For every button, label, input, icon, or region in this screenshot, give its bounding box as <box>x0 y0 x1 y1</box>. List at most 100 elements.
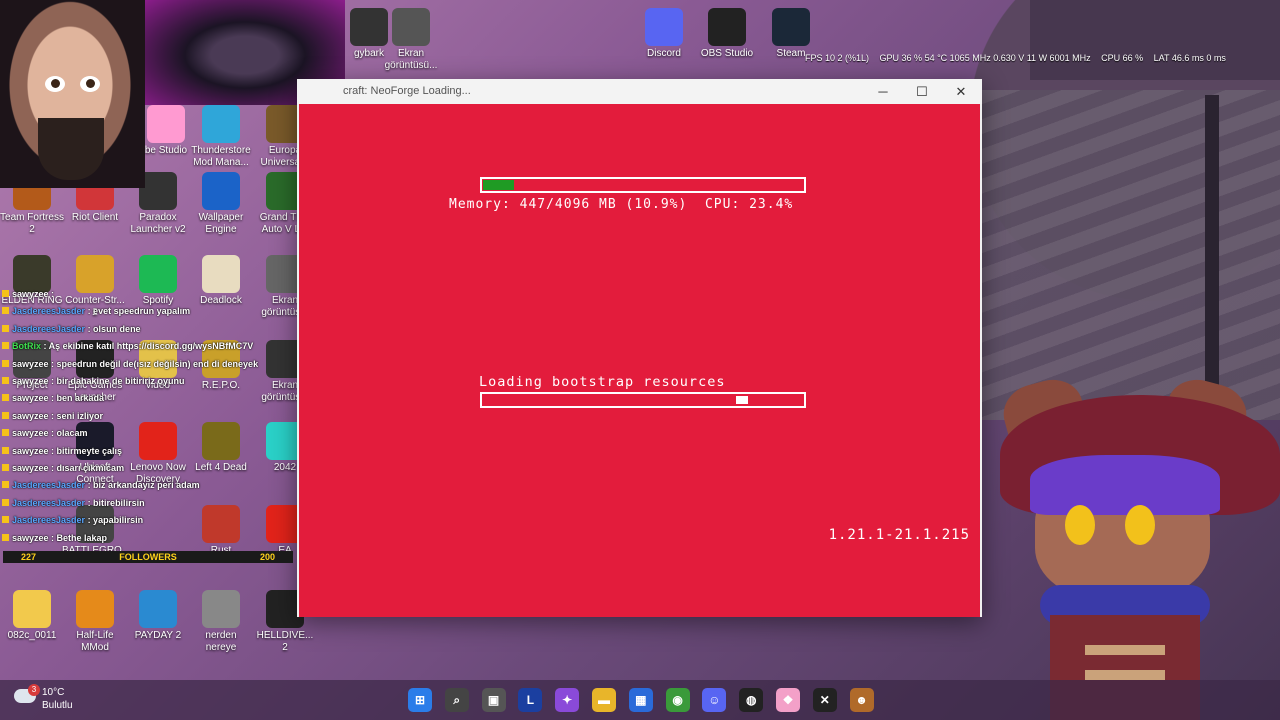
desktop-icon[interactable]: nerden nereye <box>188 590 254 654</box>
minimize-button[interactable]: ─ <box>864 79 902 104</box>
performance-overlay: FPS 10 2 (%1L) GPU 36 % 54 °C 1065 MHz 0… <box>805 53 1234 63</box>
chat-text: : ben arkada <box>48 393 105 404</box>
desktop-icon[interactable]: Ekran görüntüsü... <box>378 8 444 72</box>
chat-message: JasdereesJasder : biz arkandayız peri ad… <box>2 477 297 494</box>
loading-progress-marker <box>736 396 749 404</box>
avatar-stripe <box>1085 670 1165 680</box>
chat-badge-icon <box>2 342 9 350</box>
steam-icon <box>772 8 810 46</box>
followers-bar: 227 FOLLOWERS 200 <box>3 551 293 563</box>
chat-text: : Aş ekibine katıl https://discord.gg/wy… <box>41 341 254 352</box>
desktop-icon-label: Half-Life MMod <box>76 630 114 653</box>
chat-badge-icon <box>2 533 9 541</box>
chat-badge-icon <box>2 377 9 385</box>
chat-text: : biz arkandayız peri adam <box>85 480 200 491</box>
followers-left-count: 227 <box>21 552 37 562</box>
discord-icon[interactable]: ☺ <box>702 688 727 712</box>
weather-desc: Bulutlu <box>42 700 73 711</box>
fps-stat: FPS 10 2 (%1L) <box>805 53 870 63</box>
desktop-icon[interactable]: Thunderstore Mod Mana... <box>188 105 254 169</box>
chat-username: BotRix <box>12 341 41 352</box>
payday-icon <box>139 590 177 628</box>
chat-text: : olsun dene <box>85 323 141 334</box>
app-icon[interactable]: ❖ <box>776 688 800 712</box>
chat-badge-icon <box>2 411 9 419</box>
chat-text: : dısarı çıkmıcam <box>48 463 125 474</box>
desktop-icon[interactable]: Discord <box>631 8 697 60</box>
chat-text: : Bethe lakap <box>48 532 108 543</box>
chat-username: JasdereesJasder <box>12 306 86 317</box>
lenovo-icon[interactable]: L <box>518 688 543 712</box>
webcam-eye <box>80 76 100 92</box>
desktop-icon[interactable]: Wallpaper Engine <box>188 172 254 236</box>
chat-text: : olacam <box>48 428 88 439</box>
window-titlebar[interactable]: craft: NeoForge Loading... ─ ☐ ✕ <box>297 79 982 104</box>
stream-chat: sawyzee : JasdereesJasder : evet speedrun… <box>2 286 297 547</box>
task-view-icon[interactable]: ▣ <box>481 688 506 712</box>
memory-cpu-text: Memory: 447/4096 MB (10.9%) CPU: 23.4% <box>449 197 794 212</box>
weather-temp: 10°C <box>42 687 65 698</box>
chat-badge-icon <box>2 394 9 402</box>
chat-message: sawyzee : <box>2 286 297 303</box>
chat-username: sawyzee <box>12 358 49 369</box>
close-button[interactable]: ✕ <box>942 79 980 104</box>
desktop-icon-label: Thunderstore Mod Mana... <box>191 145 251 168</box>
obs-icon[interactable]: ◍ <box>739 688 764 712</box>
chat-message: JasdereesJasder : yapabilirsin <box>2 512 297 529</box>
desktop-icon-label: Discord <box>647 48 681 59</box>
memory-bar <box>480 177 806 193</box>
chat-message: BotRix : Aş ekibine katıl https://discor… <box>2 338 297 355</box>
chat-badge-icon <box>2 324 9 332</box>
desktop-icon-label: Wallpaper Engine <box>198 212 244 235</box>
chat-message: sawyzee : seni izliyor <box>2 408 297 425</box>
folder-icon <box>13 590 51 628</box>
chrome-icon[interactable]: ◉ <box>665 688 690 712</box>
weather-widget[interactable]: 3 10°C Bulutlu <box>14 684 73 712</box>
image-icon <box>202 590 240 628</box>
chat-message: sawyzee : bir dahakine de bitiririz oyun… <box>2 373 297 390</box>
chat-username: JasdereesJasder <box>12 497 86 508</box>
chat-message: sawyzee : Bethe lakap <box>2 530 297 547</box>
desktop-icon-label: 082c_0011 <box>7 630 57 641</box>
avatar-eye <box>1125 505 1155 545</box>
chat-username: JasdereesJasder <box>12 323 86 334</box>
search-icon[interactable]: ⌕ <box>444 688 469 712</box>
desktop-icon[interactable]: 082c_0011 <box>0 590 65 642</box>
chat-username: JasdereesJasder <box>12 515 86 526</box>
chat-message: sawyzee : speedrun değil de(ısız değilsi… <box>2 356 297 373</box>
obs-icon <box>708 8 746 46</box>
chat-text: : seni izliyor <box>48 410 104 421</box>
start-icon[interactable]: ⊞ <box>408 688 432 712</box>
game-icon[interactable]: ☻ <box>849 688 874 712</box>
chat-text: : speedrun değil de(ısız değilsin) end d… <box>48 358 259 369</box>
chat-message: sawyzee : dısarı çıkmıcam <box>2 460 297 477</box>
copilot-icon[interactable]: ✦ <box>555 688 580 712</box>
desktop-icon-label: HELLDIVE... 2 <box>256 630 314 653</box>
desktop-icon[interactable]: OBS Studio <box>694 8 760 60</box>
desktop-icon-label: OBS Studio <box>700 48 754 59</box>
chat-username: sawyzee <box>12 463 49 474</box>
chat-username: sawyzee <box>12 289 49 299</box>
gpu-stat: GPU 36 % 54 °C 1065 MHz 0.630 V 11 W 600… <box>879 53 1091 63</box>
loading-splash: Memory: 447/4096 MB (10.9%) CPU: 23.4% L… <box>299 104 980 617</box>
desktop-icon-label: Paradox Launcher v2 <box>130 212 186 235</box>
chat-message: JasdereesJasder : bitirebilirsin <box>2 495 297 512</box>
webcam-streamer <box>0 0 145 188</box>
desktop-icon-label: Team Fortress 2 <box>0 212 64 235</box>
loading-status-text: Loading bootstrap resources <box>479 374 726 390</box>
store-icon[interactable]: ▦ <box>628 688 653 712</box>
maximize-button[interactable]: ☐ <box>903 79 941 104</box>
weather-badge: 3 <box>28 684 40 696</box>
chat-username: JasdereesJasder <box>12 480 86 491</box>
chat-username: sawyzee <box>12 428 49 439</box>
neoforge-loading-window[interactable]: craft: NeoForge Loading... ─ ☐ ✕ Memory:… <box>297 79 982 617</box>
thunderstore-icon <box>202 105 240 143</box>
desktop-icon[interactable]: Half-Life MMod <box>62 590 128 654</box>
file-explorer-icon[interactable]: ▬ <box>592 688 616 712</box>
chat-username: sawyzee <box>12 445 49 456</box>
background-wooden-deck <box>980 90 1280 420</box>
tool-icon[interactable]: ✕ <box>812 688 837 712</box>
desktop-icon[interactable]: PAYDAY 2 <box>125 590 191 642</box>
chat-text: : evet speedrun yapalım <box>85 306 191 317</box>
chat-badge-icon <box>2 481 9 489</box>
